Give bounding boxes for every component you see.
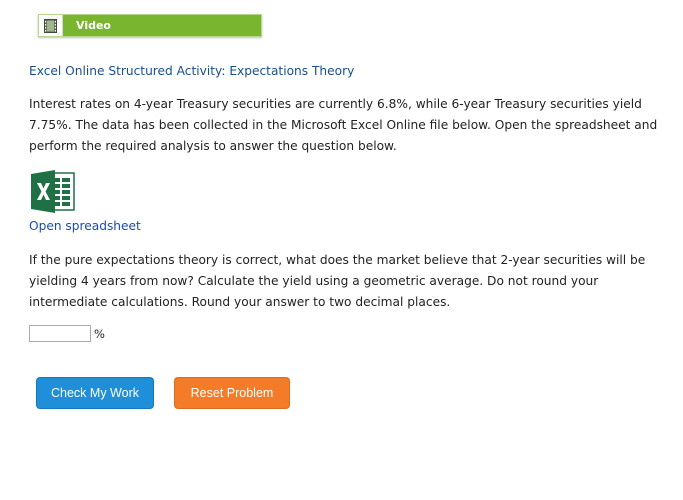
film-icon (39, 15, 63, 36)
question-line: If the pure expectations theory is corre… (29, 253, 646, 267)
intro-line: perform the required analysis to answer … (29, 139, 397, 153)
video-label: Video (76, 19, 111, 32)
open-spreadsheet-link[interactable]: Open spreadsheet (29, 219, 141, 233)
excel-icon[interactable] (31, 170, 75, 213)
check-my-work-button[interactable]: Check My Work (36, 377, 154, 409)
question-paragraph: If the pure expectations theory is corre… (29, 250, 664, 313)
percent-unit-label: % (94, 327, 105, 341)
activity-title: Excel Online Structured Activity: Expect… (29, 64, 355, 78)
intro-line: 7.75%. The data has been collected in th… (29, 118, 658, 132)
reset-problem-button[interactable]: Reset Problem (174, 377, 290, 409)
answer-input[interactable] (29, 325, 91, 342)
question-line: yielding 4 years from now? Calculate the… (29, 274, 599, 288)
video-button[interactable]: Video (38, 14, 262, 37)
intro-line: Interest rates on 4-year Treasury securi… (29, 97, 642, 111)
question-line: intermediate calculations. Round your an… (29, 295, 451, 309)
intro-paragraph: Interest rates on 4-year Treasury securi… (29, 94, 664, 157)
